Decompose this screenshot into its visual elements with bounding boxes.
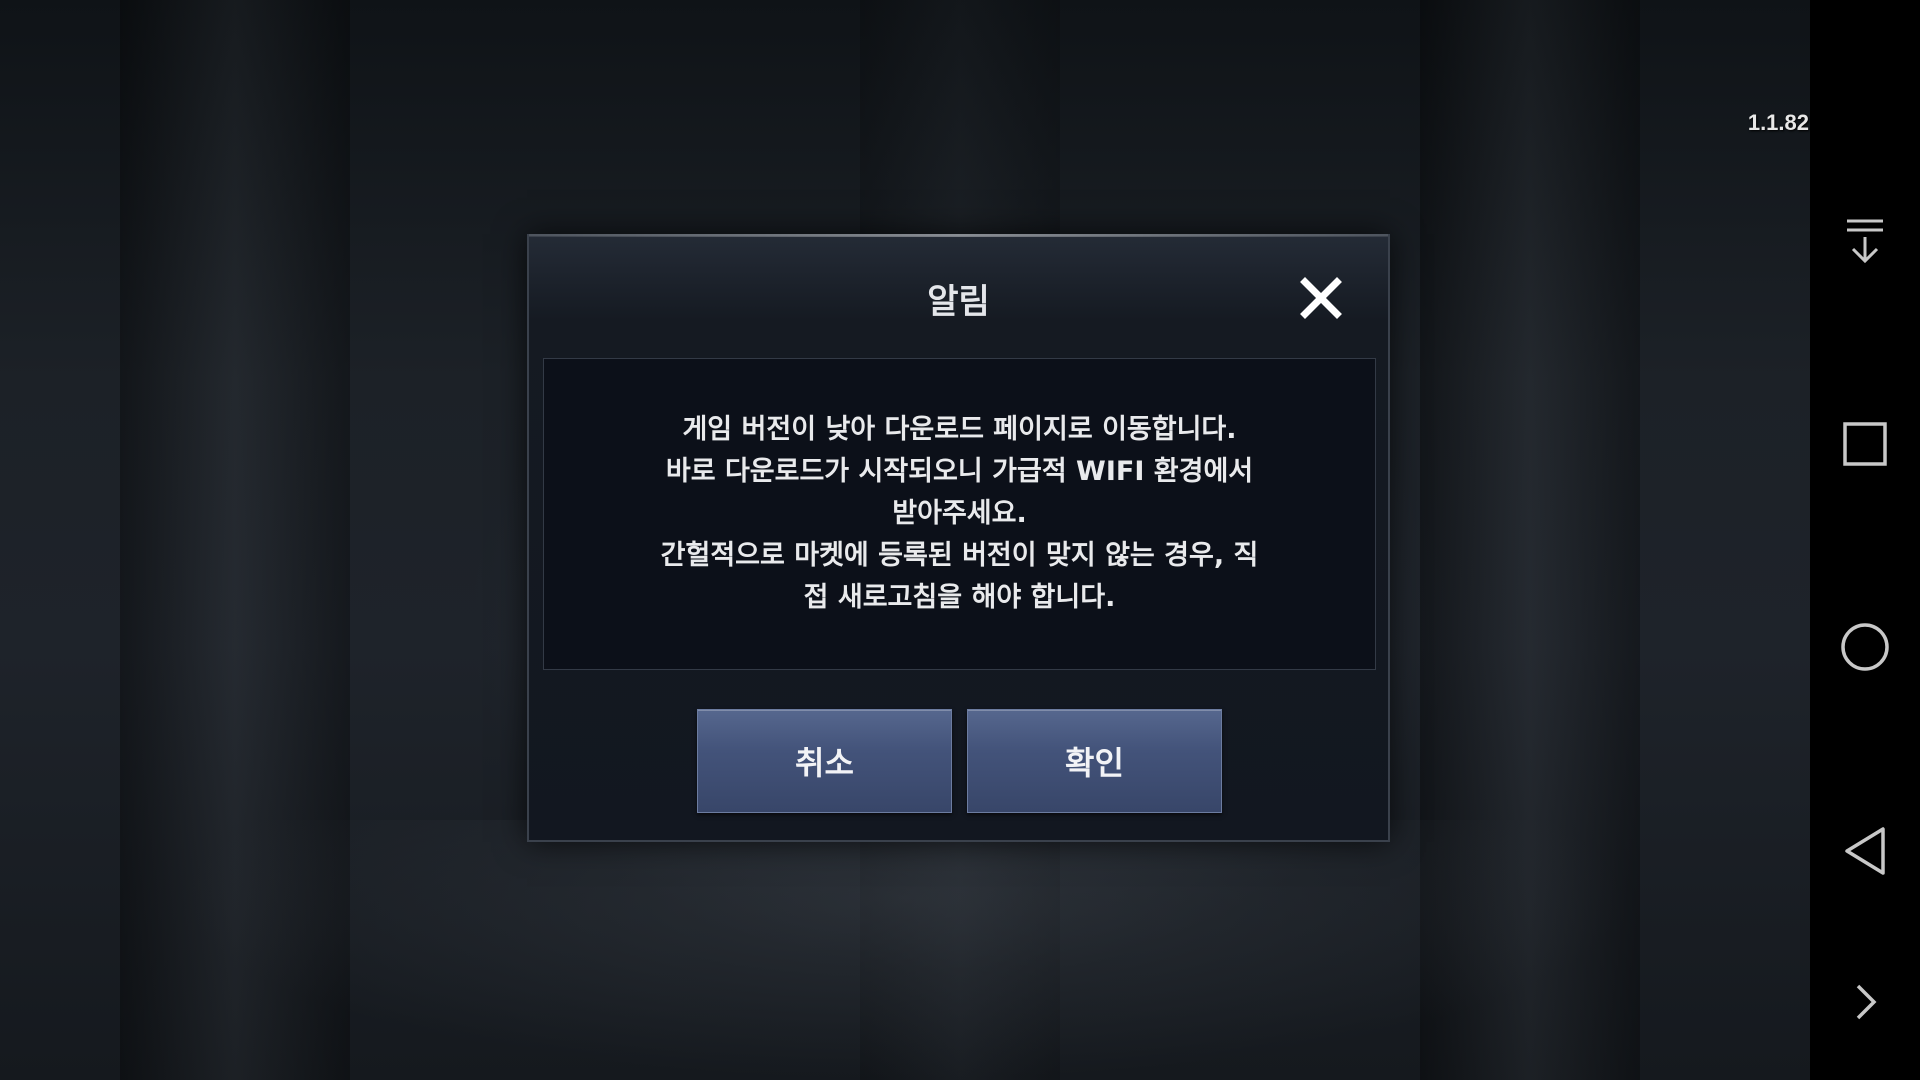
recent-apps-button[interactable] [1835, 414, 1895, 474]
version-label: 1.1.82 [1747, 110, 1809, 135]
expand-button[interactable] [1835, 972, 1895, 1032]
android-navigation-bar [1810, 0, 1920, 1080]
chevron-right-icon [1856, 984, 1877, 1020]
back-icon [1845, 827, 1885, 875]
cancel-button[interactable]: 취소 [697, 709, 952, 813]
close-icon [1300, 277, 1342, 319]
notification-drawer-icon [1847, 219, 1883, 264]
recent-apps-icon [1843, 422, 1887, 466]
back-button[interactable] [1835, 821, 1895, 881]
home-icon [1841, 623, 1889, 671]
notice-dialog: 알림 게임 버전이 낮아 다운로드 페이지로 이동합니다. 바로 다운로드가 시… [527, 234, 1390, 842]
dialog-message: 게임 버전이 낮아 다운로드 페이지로 이동합니다. 바로 다운로드가 시작되오… [660, 414, 1259, 613]
message-box: 게임 버전이 낮아 다운로드 페이지로 이동합니다. 바로 다운로드가 시작되오… [543, 358, 1376, 670]
confirm-button[interactable]: 확인 [967, 709, 1222, 813]
screen: 1.1.82 알림 게임 버전이 낮아 다운로드 페이지로 이동합니다. 바로 … [0, 0, 1920, 1080]
home-button[interactable] [1835, 617, 1895, 677]
background-floor [180, 820, 1630, 1080]
dialog-title: 알림 [927, 282, 990, 322]
close-button[interactable] [1299, 276, 1343, 320]
notification-drawer-button[interactable] [1835, 210, 1895, 270]
